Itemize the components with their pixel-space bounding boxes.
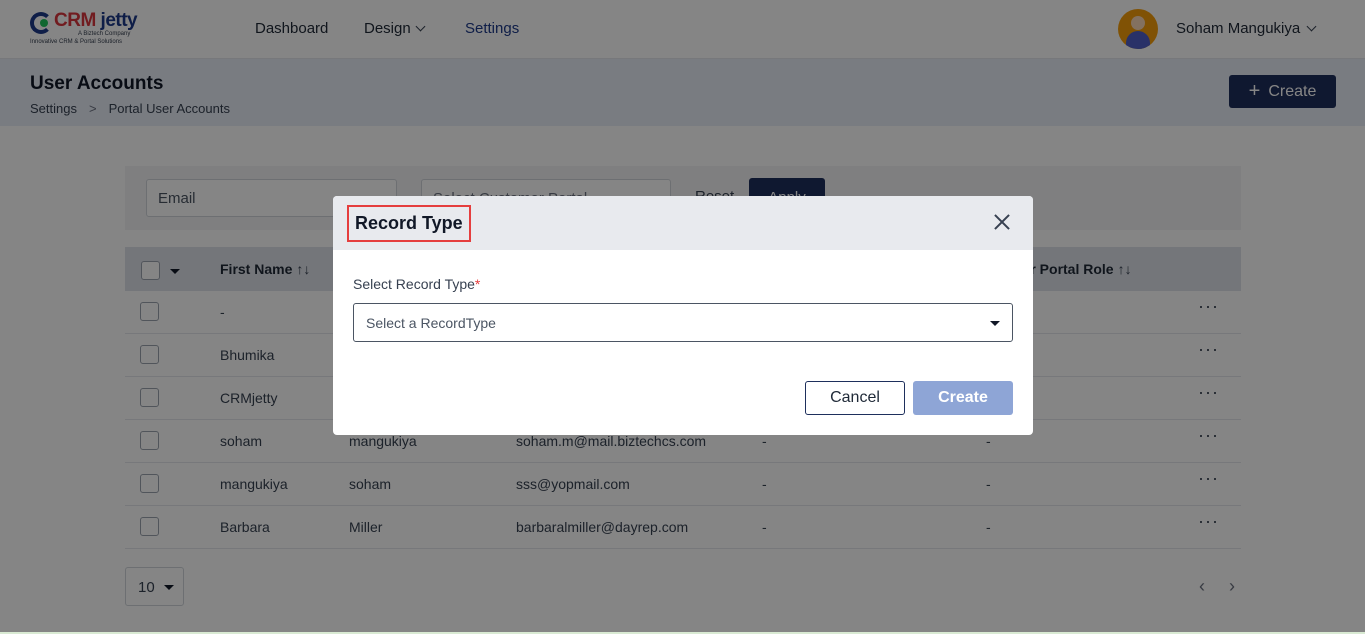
- modal-create-button[interactable]: Create: [913, 381, 1013, 415]
- caret-down-icon: [990, 321, 1000, 326]
- record-type-label-text: Select Record Type: [353, 276, 475, 292]
- record-type-label: Select Record Type*: [353, 276, 480, 292]
- cancel-button[interactable]: Cancel: [805, 381, 905, 415]
- record-type-modal: Record Type Select Record Type* Select a…: [333, 196, 1033, 435]
- record-type-select-placeholder: Select a RecordType: [366, 315, 496, 331]
- required-mark: *: [474, 276, 481, 292]
- close-icon[interactable]: [991, 212, 1013, 234]
- modal-header: Record Type: [333, 196, 1033, 250]
- record-type-select[interactable]: Select a RecordType: [353, 303, 1013, 342]
- modal-title: Record Type: [347, 205, 471, 242]
